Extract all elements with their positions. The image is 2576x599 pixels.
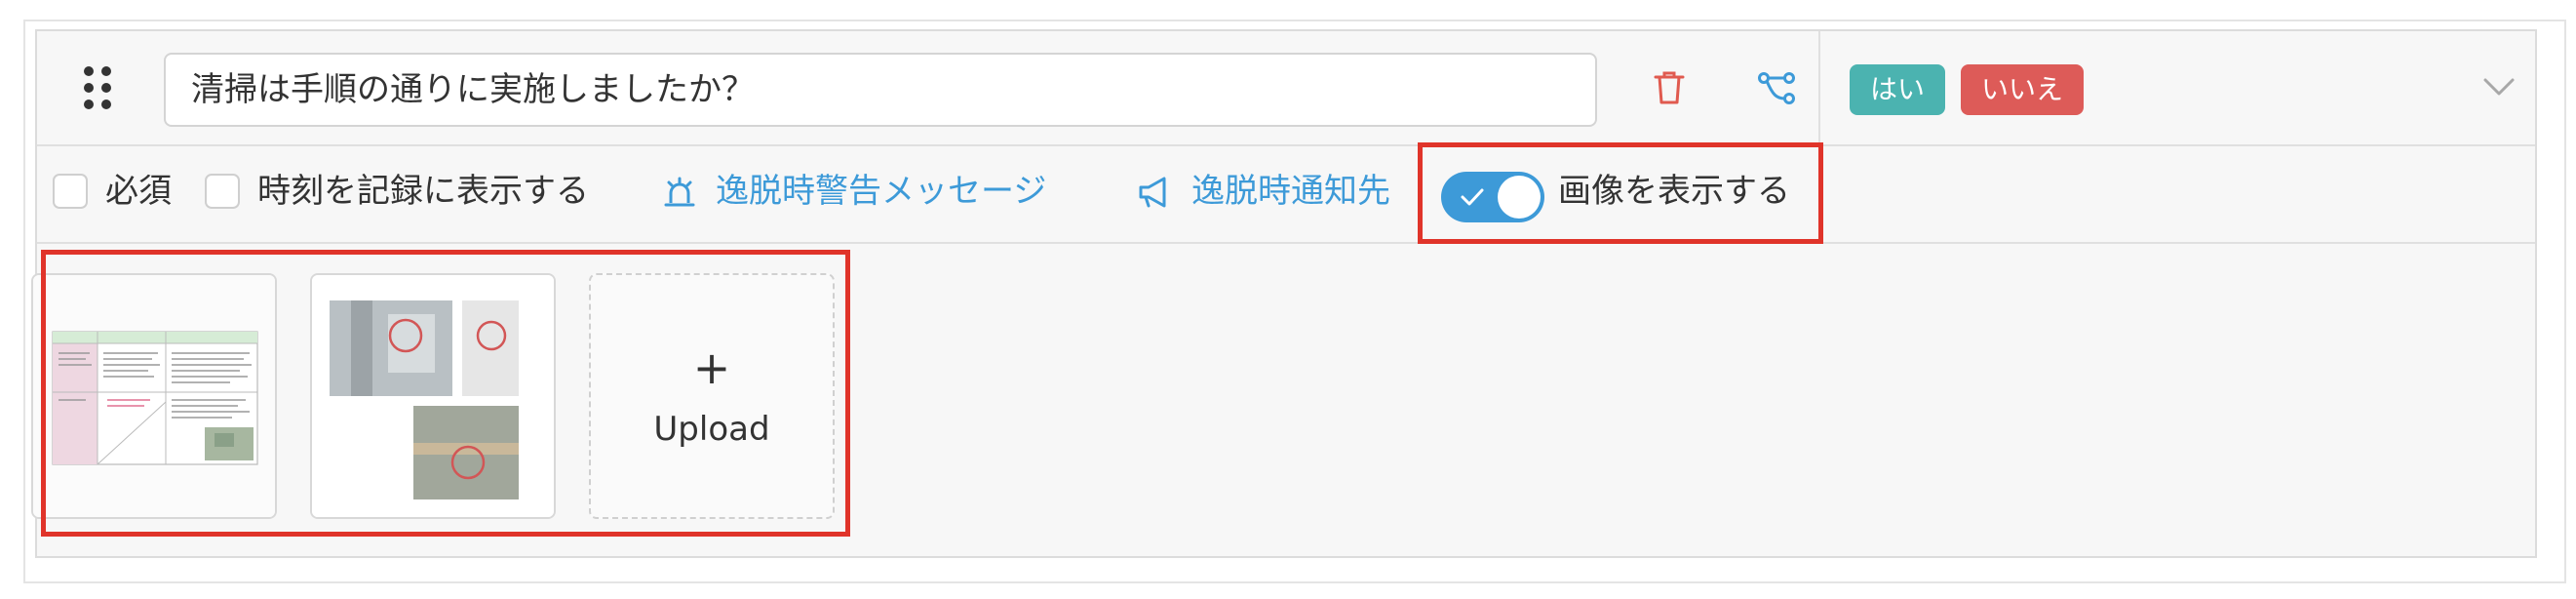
options-main-cell: 必須 時刻を記録に表示する 逸脱時警告メッセージ 逸脱時通知先 画像を表示する: [37, 144, 1820, 242]
required-checkbox[interactable]: [53, 174, 88, 209]
question-header-row: 清掃は手順の通りに実施しましたか？ はい いいえ: [37, 31, 2535, 146]
alarm-icon[interactable]: [661, 174, 698, 211]
photo-image: [312, 275, 554, 517]
plus-icon: +: [692, 341, 731, 394]
trash-icon: [1654, 71, 1685, 104]
question-main-cell: 清掃は手順の通りに実施しましたか？: [37, 31, 1820, 144]
toggle-knob: [1498, 176, 1541, 219]
image-area: + Upload: [31, 242, 2535, 556]
image-thumbnail[interactable]: [310, 273, 556, 519]
answer-options-cell: はい いいえ: [1820, 31, 2537, 144]
required-label: 必須: [105, 172, 172, 211]
answer-tag-yes[interactable]: はい: [1850, 64, 1945, 115]
drag-handle-icon[interactable]: [84, 66, 111, 109]
answer-tag-no[interactable]: いいえ: [1961, 64, 2084, 115]
record-time-checkbox[interactable]: [205, 174, 240, 209]
record-time-label: 時刻を記録に表示する: [257, 172, 589, 211]
branch-button[interactable]: [1753, 64, 1800, 111]
document-table-image: [33, 275, 275, 517]
show-image-toggle[interactable]: [1441, 172, 1544, 222]
branch-icon: [1758, 72, 1795, 104]
image-thumbnail[interactable]: [31, 273, 277, 519]
deviation-warning-link[interactable]: 逸脱時警告メッセージ: [716, 170, 1046, 213]
deviation-notify-link[interactable]: 逸脱時通知先: [1191, 170, 1390, 213]
question-options-row: 必須 時刻を記録に表示する 逸脱時警告メッセージ 逸脱時通知先 画像を表示する: [37, 144, 2535, 244]
check-icon: [1461, 188, 1484, 206]
question-card: 清掃は手順の通りに実施しましたか？ はい いいえ 必須 時刻を記録に表示する 逸…: [31, 29, 2537, 558]
show-image-label: 画像を表示する: [1558, 172, 1790, 211]
megaphone-icon[interactable]: [1137, 174, 1174, 211]
delete-button[interactable]: [1646, 64, 1693, 111]
question-text-input[interactable]: 清掃は手順の通りに実施しましたか？: [164, 53, 1597, 127]
upload-button[interactable]: + Upload: [589, 273, 835, 519]
upload-label: Upload: [653, 410, 770, 449]
chevron-down-icon[interactable]: [2479, 72, 2518, 101]
